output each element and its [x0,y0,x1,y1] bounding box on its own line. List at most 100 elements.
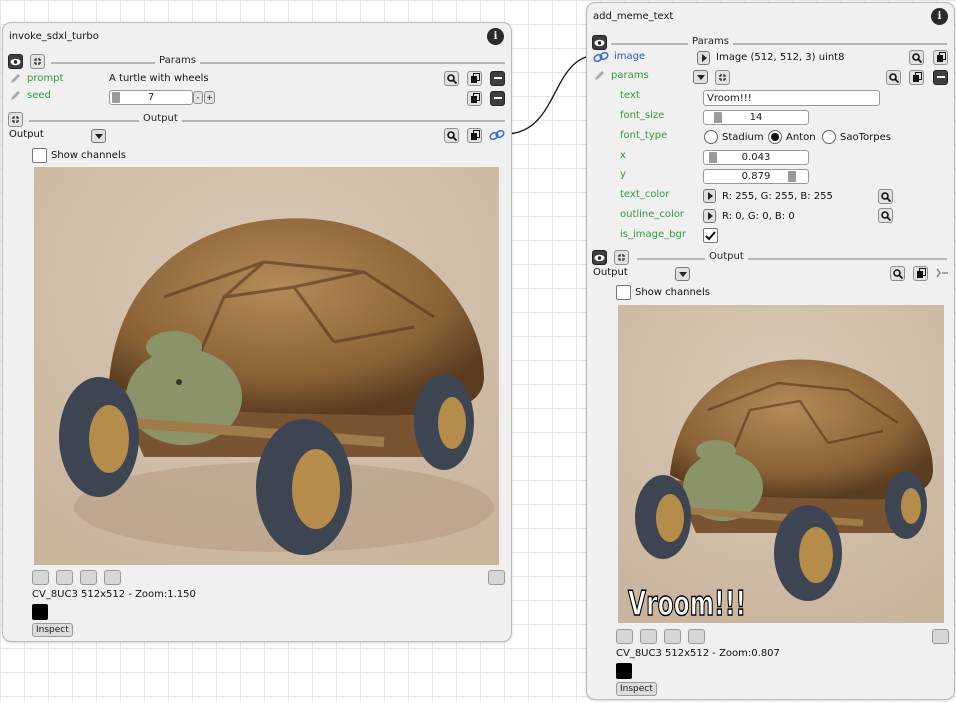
seed-slider[interactable]: 7 [109,90,193,105]
settings-icon[interactable] [932,629,949,644]
eye-icon[interactable] [8,54,23,69]
seed-decrement-button[interactable]: - [193,91,203,104]
output-image[interactable]: Vroom!!! [618,305,944,623]
font-option-radio[interactable] [822,130,836,144]
output-section-label: Output [705,251,748,262]
output-dropdown[interactable] [675,267,690,281]
node-add-meme-text[interactable]: add_meme_text i Params image Image (512,… [586,2,955,700]
y-slider[interactable]: 0.879 [703,169,809,184]
zoom-icon[interactable] [878,208,893,223]
copy-icon[interactable] [467,71,482,86]
slider-grip[interactable] [112,92,120,103]
output-dropdown[interactable] [91,129,106,143]
outline-color-label: outline_color [620,209,685,220]
minus-icon[interactable] [490,71,505,86]
text-color-label: text_color [620,189,670,200]
y-value: 0.879 [741,171,771,182]
zoom-in-icon[interactable] [32,570,49,585]
font-option-radio[interactable] [768,130,782,144]
output-section-label: Output [139,113,182,124]
slider-grip[interactable] [788,171,796,182]
show-channels-checkbox[interactable] [32,148,47,163]
collapse-icon[interactable] [715,70,730,85]
zoom-fit-icon[interactable] [80,570,97,585]
expand-icon[interactable] [697,51,710,65]
seed-label: seed [27,90,51,101]
zoom-fit-icon[interactable] [664,629,681,644]
zoom-icon[interactable] [444,71,459,86]
slider-grip[interactable] [714,112,722,123]
expand-icon[interactable] [703,209,716,223]
output-label: Output [9,129,44,140]
x-label: x [620,150,626,161]
copy-icon[interactable] [467,128,482,143]
eye-icon[interactable] [592,35,607,50]
show-channels-checkbox[interactable] [616,285,631,300]
link-off-icon[interactable] [935,267,949,279]
params-dropdown[interactable] [693,70,708,84]
font-size-slider[interactable]: 14 [703,110,809,125]
show-channels-label: Show channels [51,150,126,161]
collapse-icon[interactable] [8,112,23,127]
image-info: CV_8UC3 512x512 - Zoom:1.150 [32,589,196,600]
collapse-icon[interactable] [30,54,45,69]
font-size-value: 14 [749,112,763,123]
zoom-icon[interactable] [444,128,459,143]
output-image[interactable] [34,167,499,565]
zoom-out-icon[interactable] [640,629,657,644]
zoom-full-icon[interactable] [688,629,705,644]
copy-icon[interactable] [909,70,924,85]
font-option-radio[interactable] [704,130,718,144]
settings-icon[interactable] [488,570,505,585]
show-channels-label: Show channels [635,287,710,298]
minus-icon[interactable] [490,91,505,106]
is-image-bgr-label: is_image_bgr [620,229,686,240]
copy-icon[interactable] [933,50,948,65]
zoom-icon[interactable] [890,266,905,281]
pencil-icon [11,91,20,100]
link-icon[interactable] [489,129,505,141]
node-invoke-sdxl-turbo[interactable]: invoke_sdxl_turbo i Params prompt A turt… [2,22,512,642]
info-icon[interactable]: i [931,8,948,25]
info-icon[interactable]: i [487,28,504,45]
zoom-out-icon[interactable] [56,570,73,585]
image-value: Image (512, 512, 3) uint8 [716,52,845,63]
seed-increment-button[interactable]: + [204,91,215,104]
prompt-label: prompt [27,73,64,84]
zoom-icon[interactable] [878,189,893,204]
image-label: image [614,51,646,62]
zoom-icon[interactable] [886,70,901,85]
meme-text: Vroom!!! [628,584,746,623]
zoom-in-icon[interactable] [616,629,633,644]
node-title: invoke_sdxl_turbo [9,31,99,42]
text-input[interactable]: Vroom!!! [703,90,880,106]
zoom-icon[interactable] [909,50,924,65]
text-color-value: R: 255, G: 255, B: 255 [722,191,833,202]
seed-value: 7 [147,92,155,103]
is-image-bgr-checkbox[interactable] [703,228,718,243]
slider-grip[interactable] [709,152,717,163]
text-input-value: Vroom!!! [707,92,752,104]
font-size-label: font_size [620,110,665,121]
params-separator [51,62,505,64]
params-label: Params [688,36,733,47]
pixel-color-swatch [32,604,48,620]
zoom-full-icon[interactable] [104,570,121,585]
collapse-icon[interactable] [614,250,629,265]
inspect-button[interactable]: Inspect [32,623,73,637]
font-type-label: font_type [620,130,668,141]
x-slider[interactable]: 0.043 [703,150,809,165]
node-title: add_meme_text [593,11,674,22]
expand-icon[interactable] [703,189,716,203]
pencil-icon [595,71,604,80]
copy-icon[interactable] [913,266,928,281]
copy-icon[interactable] [467,91,482,106]
link-icon [593,51,609,63]
eye-icon[interactable] [592,250,607,265]
inspect-button[interactable]: Inspect [616,682,657,696]
minus-icon[interactable] [933,70,948,85]
image-info: CV_8UC3 512x512 - Zoom:0.807 [616,648,780,659]
output-label: Output [593,267,628,278]
prompt-value[interactable]: A turtle with wheels [109,73,209,84]
params-sub-label: params [611,70,649,81]
